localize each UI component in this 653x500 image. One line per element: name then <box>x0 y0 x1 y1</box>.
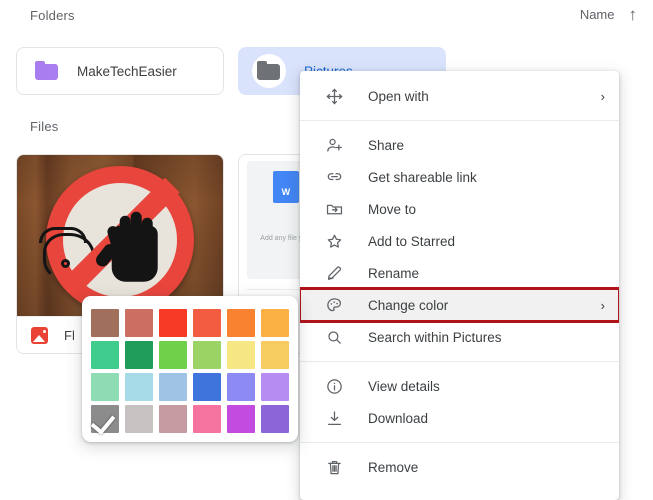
menu-item-change-color[interactable]: Change color› <box>300 289 619 321</box>
color-swatch-brown[interactable] <box>91 309 119 337</box>
menu-item-label: Open with <box>368 89 601 104</box>
color-swatch-amber[interactable] <box>261 309 289 337</box>
menu-item-label: View details <box>368 379 605 394</box>
pencil-icon <box>322 261 346 285</box>
folder-arrow-icon <box>322 197 346 221</box>
menu-item-download[interactable]: Download <box>300 402 619 434</box>
menu-item-remove[interactable]: Remove <box>300 451 619 483</box>
color-swatch-emerald[interactable] <box>91 341 119 369</box>
folder-icon <box>257 61 281 81</box>
menu-item-view-details[interactable]: View details <box>300 370 619 402</box>
menu-separator <box>300 120 619 121</box>
hand-silhouette-icon <box>112 225 158 281</box>
word-doc-icon: W <box>273 171 299 203</box>
menu-item-get-shareable-link[interactable]: Get shareable link <box>300 161 619 193</box>
sort-control[interactable]: Name ↑ <box>580 6 637 23</box>
color-swatch-purple[interactable] <box>261 405 289 433</box>
palette-icon <box>322 293 346 317</box>
menu-item-label: Get shareable link <box>368 170 605 185</box>
color-swatch-blue[interactable] <box>193 373 221 401</box>
download-icon <box>322 406 346 430</box>
color-swatch-dusty-red[interactable] <box>125 309 153 337</box>
folder-name: MakeTechEasier <box>77 64 177 79</box>
menu-item-label: Change color <box>368 298 601 313</box>
context-menu[interactable]: Open with›ShareGet shareable linkMove to… <box>300 71 619 500</box>
color-swatch-dusty-rose[interactable] <box>159 405 187 433</box>
color-swatch-light-purple[interactable] <box>261 373 289 401</box>
menu-item-search-within-pictures[interactable]: Search within Pictures <box>300 321 619 353</box>
color-swatch-lime[interactable] <box>193 341 221 369</box>
color-swatch-periwinkle[interactable] <box>227 373 255 401</box>
color-swatch-mint[interactable] <box>91 373 119 401</box>
arrow-up-icon[interactable]: ↑ <box>629 6 638 23</box>
color-swatch-light-green[interactable] <box>159 341 187 369</box>
folder-icon <box>35 61 59 81</box>
person-add-icon <box>322 133 346 157</box>
color-swatch-yellow[interactable] <box>261 341 289 369</box>
color-swatch-pale-blue[interactable] <box>159 373 187 401</box>
change-color-popup[interactable] <box>82 296 298 442</box>
chevron-right-icon: › <box>601 299 605 312</box>
menu-item-label: Add to Starred <box>368 234 605 249</box>
menu-item-label: Search within Pictures <box>368 330 605 345</box>
star-icon <box>322 229 346 253</box>
menu-item-rename[interactable]: Rename <box>300 257 619 289</box>
menu-item-open-with[interactable]: Open with› <box>300 80 619 112</box>
menu-item-label: Download <box>368 411 605 426</box>
color-swatch-pale-yellow[interactable] <box>227 341 255 369</box>
files-section-label: Files <box>30 119 58 134</box>
color-swatch-light-gray[interactable] <box>125 405 153 433</box>
folders-section-label: Folders <box>30 8 75 23</box>
menu-item-label: Remove <box>368 460 605 475</box>
color-swatch-orange-red[interactable] <box>193 309 221 337</box>
menu-item-label: Move to <box>368 202 605 217</box>
menu-item-label: Share <box>368 138 605 153</box>
sort-by-label[interactable]: Name <box>580 7 615 22</box>
file-name: Fl <box>64 328 75 343</box>
color-swatch-pink[interactable] <box>193 405 221 433</box>
doodle-hat <box>39 227 87 243</box>
color-swatch-green[interactable] <box>125 341 153 369</box>
doodle-eye <box>61 259 70 268</box>
move-arrows-icon <box>322 84 346 108</box>
color-swatch-orange[interactable] <box>227 309 255 337</box>
menu-item-share[interactable]: Share <box>300 129 619 161</box>
folder-icon-circle <box>252 54 286 88</box>
color-swatch-grid[interactable] <box>82 309 298 433</box>
color-swatch-pale-cyan[interactable] <box>125 373 153 401</box>
chevron-right-icon: › <box>601 90 605 103</box>
folder-chip-maketecheasier[interactable]: MakeTechEasier <box>16 47 224 95</box>
color-swatch-red[interactable] <box>159 309 187 337</box>
menu-item-move-to[interactable]: Move to <box>300 193 619 225</box>
file-thumbnail <box>17 155 223 318</box>
search-icon <box>322 325 346 349</box>
menu-separator <box>300 442 619 443</box>
trash-icon <box>322 455 346 479</box>
menu-item-add-to-starred[interactable]: Add to Starred <box>300 225 619 257</box>
info-circle-icon <box>322 374 346 398</box>
color-swatch-magenta[interactable] <box>227 405 255 433</box>
color-swatch-gray[interactable] <box>91 405 119 433</box>
link-icon <box>322 165 346 189</box>
image-file-icon <box>31 327 48 344</box>
menu-item-label: Rename <box>368 266 605 281</box>
menu-separator <box>300 361 619 362</box>
file-browser-screen: Folders Name ↑ MakeTechEasier Pictures F… <box>0 0 653 500</box>
